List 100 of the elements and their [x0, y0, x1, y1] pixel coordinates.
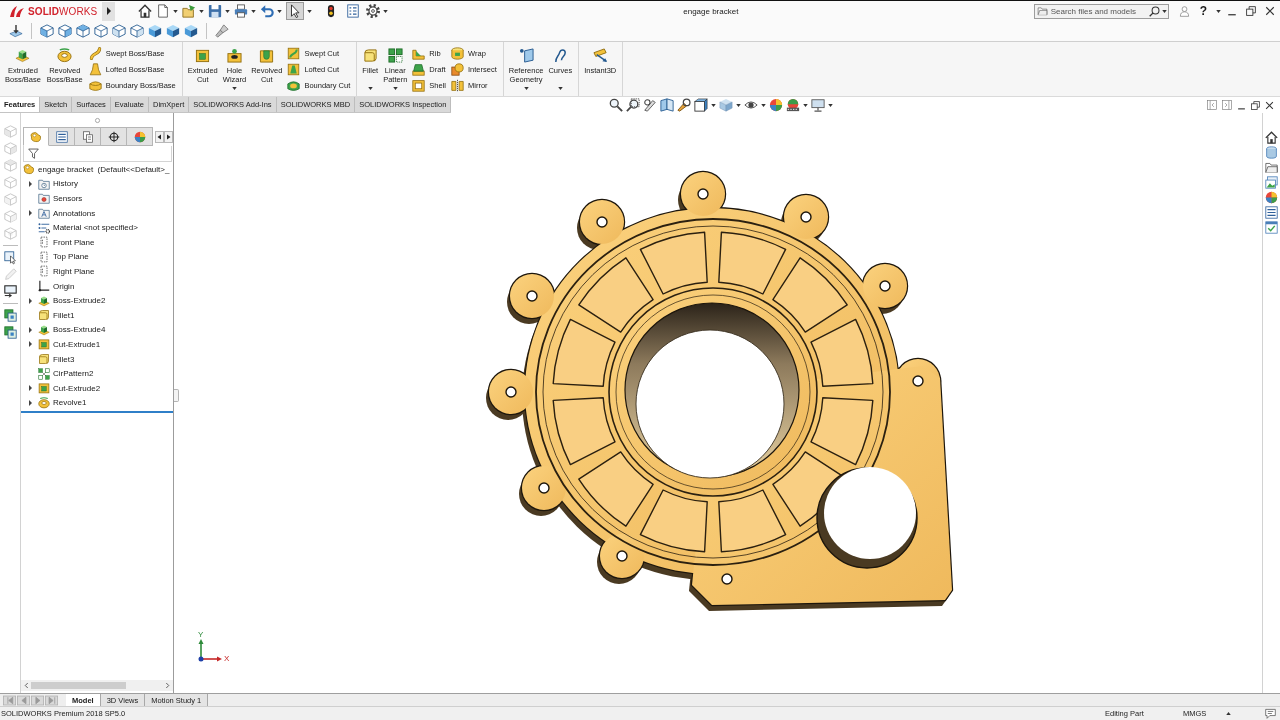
tree-item[interactable]: Boss-Extrude2: [53, 296, 106, 306]
extrude-block-icon: [38, 294, 50, 307]
cube-icon[interactable]: [184, 24, 198, 38]
tree-root-item[interactable]: engage bracket (Default<<Default>_: [38, 164, 170, 174]
zoom-area-icon[interactable]: [626, 98, 641, 112]
logo-icon: [9, 4, 25, 18]
cube-icon[interactable]: [148, 24, 162, 38]
pencil-icon[interactable]: [643, 98, 658, 112]
expand-arrow-icon[interactable]: [29, 180, 32, 187]
monitor-icon[interactable]: [811, 98, 826, 112]
filter-field[interactable]: [23, 146, 172, 162]
cube-icon[interactable]: [76, 24, 90, 38]
scroll-right-icon[interactable]: [164, 130, 174, 143]
color-ball-icon[interactable]: [1265, 191, 1278, 204]
list-icon[interactable]: [346, 4, 360, 18]
tree-item[interactable]: Boss-Extrude4: [53, 325, 106, 335]
home-icon[interactable]: [1265, 131, 1278, 144]
tree-item[interactable]: Origin: [53, 281, 75, 291]
print-icon[interactable]: [234, 4, 248, 18]
panel-collapse-handle[interactable]: [174, 389, 179, 402]
stacked-squares-icon[interactable]: [3, 326, 17, 339]
rollback-bar[interactable]: [21, 411, 173, 414]
tree-item[interactable]: Top Plane: [53, 252, 89, 262]
tree-item[interactable]: Revolve1: [53, 398, 87, 408]
expand-arrow-icon[interactable]: [29, 385, 32, 392]
drag-handle-icon: [94, 117, 100, 123]
zoom-fit-icon[interactable]: [609, 98, 624, 112]
magnifying-glass-icon[interactable]: [677, 98, 692, 112]
folder-icon[interactable]: [1265, 161, 1278, 174]
tree-item[interactable]: Fillet1: [53, 310, 75, 320]
open-book-icon[interactable]: [660, 98, 675, 112]
horizontal-scrollbar[interactable]: [21, 680, 173, 691]
image-stack-icon[interactable]: [1265, 176, 1278, 189]
settings-icon[interactable]: [366, 4, 380, 18]
stacked-squares-icon[interactable]: [3, 309, 17, 322]
axis-label: Y: [198, 631, 204, 639]
tree-item[interactable]: Cut-Extrude2: [53, 383, 101, 393]
tree-item[interactable]: Annotations: [53, 208, 96, 218]
new-document-icon[interactable]: [156, 4, 170, 18]
select-button[interactable]: [286, 2, 304, 20]
close-icon[interactable]: [1265, 100, 1274, 110]
flashlight-icon[interactable]: [215, 24, 229, 38]
tree-item[interactable]: Cut-Extrude1: [53, 339, 101, 349]
color-ball-icon[interactable]: [769, 98, 784, 112]
expand-arrow-icon[interactable]: [29, 297, 32, 304]
save-icon[interactable]: [208, 4, 222, 18]
panel-tab[interactable]: [101, 127, 128, 146]
cube-icon[interactable]: [94, 24, 108, 38]
screen-icon[interactable]: [3, 285, 17, 298]
restore-icon[interactable]: [1246, 6, 1256, 16]
tree-item[interactable]: Fillet3: [53, 354, 75, 364]
last-tab-icon[interactable]: [45, 694, 58, 706]
restore-icon[interactable]: [1251, 100, 1260, 110]
speech-bubble-icon[interactable]: [1265, 708, 1276, 719]
caret-up-icon[interactable]: [1226, 712, 1232, 715]
box-icon[interactable]: [694, 98, 709, 112]
cube-icon[interactable]: [130, 24, 144, 38]
eye-icon[interactable]: [744, 98, 759, 112]
open-folder-icon[interactable]: [182, 4, 196, 18]
caret-icon: [383, 9, 388, 13]
expand-arrow-icon[interactable]: [29, 341, 32, 348]
expand-arrow-icon[interactable]: [29, 399, 32, 406]
window-icon[interactable]: [1265, 221, 1278, 234]
tile-right-icon[interactable]: [1222, 100, 1232, 110]
next-tab-icon[interactable]: [31, 694, 44, 706]
cube-icon[interactable]: [166, 24, 180, 38]
expand-arrow-icon[interactable]: [29, 326, 32, 333]
cube-icon[interactable]: [58, 24, 72, 38]
tree-item[interactable]: Sensors: [53, 194, 83, 203]
caret-icon: [828, 103, 834, 107]
tree-item[interactable]: CirPattern2: [53, 369, 94, 379]
menu-arrow-button[interactable]: [102, 1, 115, 21]
undo-icon[interactable]: [260, 4, 274, 18]
block-hole-icon: [226, 48, 242, 63]
caret-icon: [307, 9, 312, 13]
close-icon[interactable]: [1265, 6, 1275, 16]
tree-item[interactable]: Right Plane: [53, 266, 95, 276]
scroll-left-icon[interactable]: [155, 130, 165, 143]
tree-item[interactable]: Front Plane: [53, 237, 95, 247]
expand-arrow-icon[interactable]: [29, 210, 32, 217]
tree-item[interactable]: History: [53, 179, 78, 189]
scrollbar-thumb[interactable]: [31, 682, 126, 689]
search-field[interactable]: Search files and models: [1033, 3, 1169, 19]
tree-item[interactable]: Material <not specified>: [53, 223, 138, 233]
caret-icon: [1216, 9, 1221, 13]
arrow-plane-icon[interactable]: [9, 24, 23, 38]
tile-left-icon[interactable]: [1207, 100, 1217, 110]
search-icon[interactable]: [1148, 5, 1160, 17]
boundary-block-icon: [88, 78, 102, 92]
list-icon[interactable]: [1265, 206, 1278, 219]
cube-icon[interactable]: [40, 24, 54, 38]
swept-cut-icon: [287, 46, 301, 60]
cube-icon[interactable]: [112, 24, 126, 38]
previous-tab-icon[interactable]: [17, 694, 30, 706]
select-box-icon[interactable]: [3, 251, 17, 264]
panel-tab[interactable]: [49, 127, 76, 146]
help-button[interactable]: ?: [1197, 4, 1209, 18]
home-icon[interactable]: [138, 4, 152, 18]
first-tab-icon[interactable]: [3, 694, 16, 706]
ball-on-stand-icon[interactable]: [786, 98, 801, 112]
